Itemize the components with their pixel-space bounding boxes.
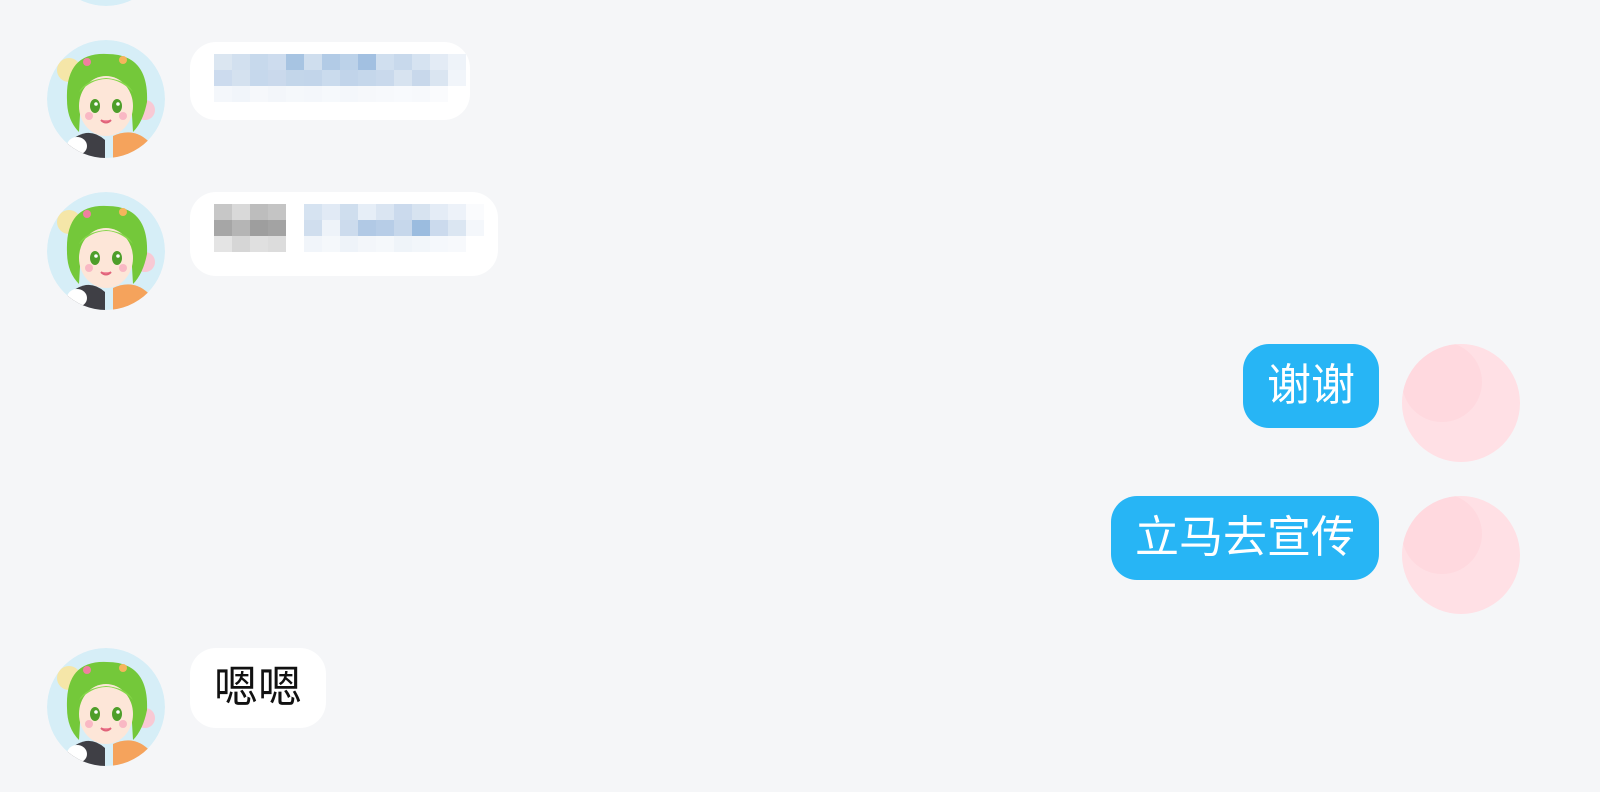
contact-avatar[interactable] [47, 40, 165, 158]
blurred-content [214, 54, 466, 102]
chat-message-list[interactable]: 谢谢 立马去宣传 嗯嗯 [0, 0, 1600, 792]
blurred-content [214, 204, 484, 252]
message-bubble-incoming[interactable]: 嗯嗯 [190, 648, 326, 728]
my-avatar[interactable] [1402, 344, 1520, 462]
pink-avatar-icon [1402, 344, 1520, 462]
message-bubble-outgoing[interactable]: 谢谢 [1243, 344, 1379, 428]
anime-girl-avatar-icon [47, 192, 165, 310]
message-text: 立马去宣传 [1135, 512, 1355, 563]
contact-avatar[interactable] [47, 0, 165, 6]
anime-girl-avatar-icon [47, 648, 165, 766]
contact-avatar[interactable] [47, 648, 165, 766]
contact-avatar[interactable] [47, 192, 165, 310]
anime-girl-avatar-icon [80, 0, 132, 6]
pink-avatar-icon [1402, 496, 1520, 614]
message-text: 嗯嗯 [214, 662, 302, 713]
anime-girl-avatar-icon [47, 40, 165, 158]
message-text: 谢谢 [1267, 360, 1355, 411]
message-bubble-blurred[interactable] [190, 192, 498, 276]
message-bubble-outgoing[interactable]: 立马去宣传 [1111, 496, 1379, 580]
message-bubble-blurred[interactable] [190, 42, 470, 120]
my-avatar[interactable] [1402, 496, 1520, 614]
